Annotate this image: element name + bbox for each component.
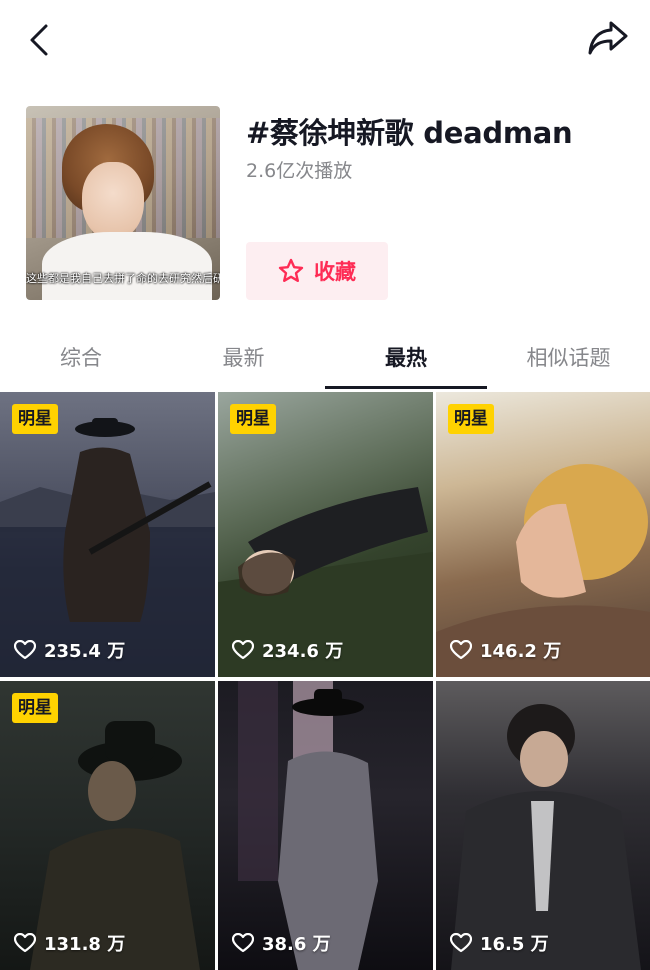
video-thumbnail bbox=[0, 681, 215, 970]
blonde-portrait bbox=[436, 464, 650, 677]
star-badge: 明星 bbox=[12, 404, 58, 434]
heart-icon bbox=[232, 933, 254, 953]
top-bar bbox=[0, 0, 650, 80]
video-thumbnail bbox=[218, 681, 433, 970]
hat-figure-profile bbox=[30, 721, 200, 970]
topic-header: 这些都是我自己去拼了命的去研究然后研 #蔡徐坤新歌 deadman 2.6亿次播… bbox=[26, 106, 626, 301]
tab-latest[interactable]: 最新 bbox=[162, 330, 325, 390]
heart-icon bbox=[14, 640, 36, 660]
tab-label: 综合 bbox=[60, 346, 102, 370]
tab-bar: 综合 最新 最热 相似话题 bbox=[0, 330, 650, 390]
video-card[interactable]: 明星 234.6 万 bbox=[218, 392, 433, 677]
video-card[interactable]: 明星 235.4 万 bbox=[0, 392, 215, 677]
video-thumbnail bbox=[0, 392, 215, 677]
heart-icon bbox=[232, 640, 254, 660]
star-badge: 明星 bbox=[230, 404, 276, 434]
stage-performer bbox=[238, 681, 378, 970]
like-count-text: 234.6 万 bbox=[262, 641, 344, 662]
tab-overall[interactable]: 综合 bbox=[0, 330, 162, 390]
video-thumbnail bbox=[218, 392, 433, 677]
tab-similar-topics[interactable]: 相似话题 bbox=[487, 330, 650, 390]
star-badge: 明星 bbox=[12, 693, 58, 723]
heart-icon bbox=[450, 933, 472, 953]
like-count: 234.6 万 bbox=[232, 637, 343, 663]
heart-icon bbox=[450, 640, 472, 660]
like-count: 38.6 万 bbox=[232, 930, 331, 956]
cover-person-face bbox=[82, 162, 144, 240]
topic-cover-image: 这些都是我自己去拼了命的去研究然后研 bbox=[26, 106, 220, 300]
lying-figure bbox=[218, 487, 433, 677]
active-tab-indicator bbox=[325, 386, 487, 389]
like-count-text: 146.2 万 bbox=[480, 641, 562, 662]
tab-label: 最热 bbox=[385, 346, 427, 370]
video-card[interactable]: 明星 146.2 万 bbox=[436, 392, 650, 677]
video-card[interactable]: 明星 131.8 万 bbox=[0, 681, 215, 970]
video-thumbnail bbox=[436, 681, 650, 970]
share-arrow-icon bbox=[588, 21, 628, 55]
favorite-button[interactable]: 收藏 bbox=[246, 242, 388, 300]
like-count: 131.8 万 bbox=[14, 930, 125, 956]
cover-subtitle: 这些都是我自己去拼了命的去研究然后研 bbox=[26, 272, 220, 285]
star-outline-icon bbox=[278, 258, 304, 282]
heart-icon bbox=[14, 933, 36, 953]
like-count: 235.4 万 bbox=[14, 637, 125, 663]
tab-label: 最新 bbox=[222, 346, 265, 370]
topic-title: #蔡徐坤新歌 deadman bbox=[246, 116, 573, 150]
video-card[interactable]: 16.5 万 bbox=[436, 681, 650, 970]
back-button[interactable] bbox=[22, 20, 56, 60]
like-count-text: 235.4 万 bbox=[44, 641, 126, 662]
share-button[interactable] bbox=[586, 18, 630, 58]
like-count: 16.5 万 bbox=[450, 930, 549, 956]
tab-label: 相似话题 bbox=[526, 346, 611, 370]
like-count-text: 38.6 万 bbox=[262, 934, 331, 955]
video-card[interactable]: 38.6 万 bbox=[218, 681, 433, 970]
guitarist-silhouette bbox=[0, 418, 215, 677]
cover-person-body bbox=[42, 232, 212, 300]
favorite-label: 收藏 bbox=[314, 260, 356, 284]
like-count-text: 131.8 万 bbox=[44, 934, 126, 955]
video-thumbnail bbox=[436, 392, 650, 677]
video-grid: 明星 235.4 万 明星 234.6 万 明星 146.2 万 明星 131.… bbox=[0, 392, 650, 970]
chevron-left-icon bbox=[30, 24, 48, 56]
tab-hottest[interactable]: 最热 bbox=[325, 330, 487, 390]
like-count-text: 16.5 万 bbox=[480, 934, 549, 955]
star-badge: 明星 bbox=[448, 404, 494, 434]
play-count: 2.6亿次播放 bbox=[246, 160, 353, 182]
jacket-performer bbox=[451, 704, 641, 970]
like-count: 146.2 万 bbox=[450, 637, 561, 663]
